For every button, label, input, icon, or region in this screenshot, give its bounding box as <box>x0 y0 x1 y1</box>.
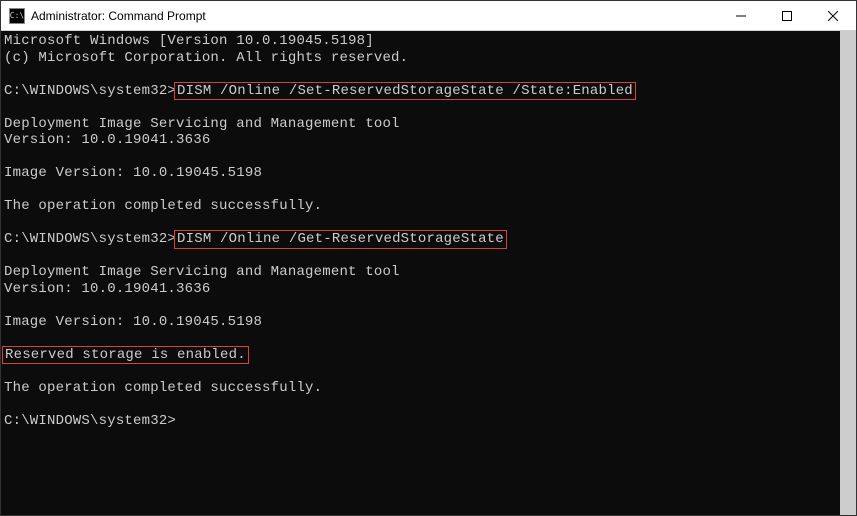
terminal-output[interactable]: Microsoft Windows [Version 10.0.19045.51… <box>1 31 840 515</box>
blank-line <box>4 149 837 166</box>
maximize-button[interactable] <box>764 1 810 30</box>
close-button[interactable] <box>810 1 856 30</box>
minimize-icon <box>736 11 746 21</box>
prompt-line: C:\WINDOWS\system32>DISM /Online /Get-Re… <box>4 231 837 248</box>
close-icon <box>828 11 838 21</box>
command-highlight: DISM /Online /Get-ReservedStorageState <box>174 230 507 249</box>
success-line: The operation completed successfully. <box>4 198 837 215</box>
dism-version-line: Version: 10.0.19041.3636 <box>4 132 837 149</box>
banner-line: Microsoft Windows [Version 10.0.19045.51… <box>4 33 837 50</box>
window-title: Administrator: Command Prompt <box>31 9 718 23</box>
command-prompt-window: C:\ Administrator: Command Prompt Micros… <box>0 0 857 516</box>
blank-line <box>4 99 837 116</box>
prompt-line: C:\WINDOWS\system32> <box>4 413 837 430</box>
reserved-status-line: Reserved storage is enabled. <box>4 347 837 364</box>
blank-line <box>4 363 837 380</box>
command-highlight: DISM /Online /Set-ReservedStorageState /… <box>174 82 636 101</box>
maximize-icon <box>782 11 792 21</box>
titlebar[interactable]: C:\ Administrator: Command Prompt <box>1 1 856 31</box>
prompt-prefix: C:\WINDOWS\system32> <box>4 413 176 429</box>
banner-line: (c) Microsoft Corporation. All rights re… <box>4 50 837 67</box>
cmd-icon: C:\ <box>9 8 25 24</box>
blank-line <box>4 396 837 413</box>
prompt-prefix: C:\WINDOWS\system32> <box>4 83 176 99</box>
blank-line <box>4 215 837 232</box>
scrollbar-thumb[interactable] <box>841 31 856 515</box>
image-version-line: Image Version: 10.0.19045.5198 <box>4 165 837 182</box>
blank-line <box>4 66 837 83</box>
dism-tool-line: Deployment Image Servicing and Managemen… <box>4 264 837 281</box>
vertical-scrollbar[interactable] <box>840 31 856 515</box>
success-line: The operation completed successfully. <box>4 380 837 397</box>
prompt-line: C:\WINDOWS\system32>DISM /Online /Set-Re… <box>4 83 837 100</box>
minimize-button[interactable] <box>718 1 764 30</box>
terminal-container: Microsoft Windows [Version 10.0.19045.51… <box>1 31 856 515</box>
image-version-line: Image Version: 10.0.19045.5198 <box>4 314 837 331</box>
blank-line <box>4 330 837 347</box>
cmd-icon-label: C:\ <box>10 11 24 20</box>
blank-line <box>4 248 837 265</box>
prompt-prefix: C:\WINDOWS\system32> <box>4 231 176 247</box>
window-controls <box>718 1 856 30</box>
status-highlight: Reserved storage is enabled. <box>2 346 249 365</box>
dism-version-line: Version: 10.0.19041.3636 <box>4 281 837 298</box>
dism-tool-line: Deployment Image Servicing and Managemen… <box>4 116 837 133</box>
blank-line <box>4 297 837 314</box>
blank-line <box>4 182 837 199</box>
